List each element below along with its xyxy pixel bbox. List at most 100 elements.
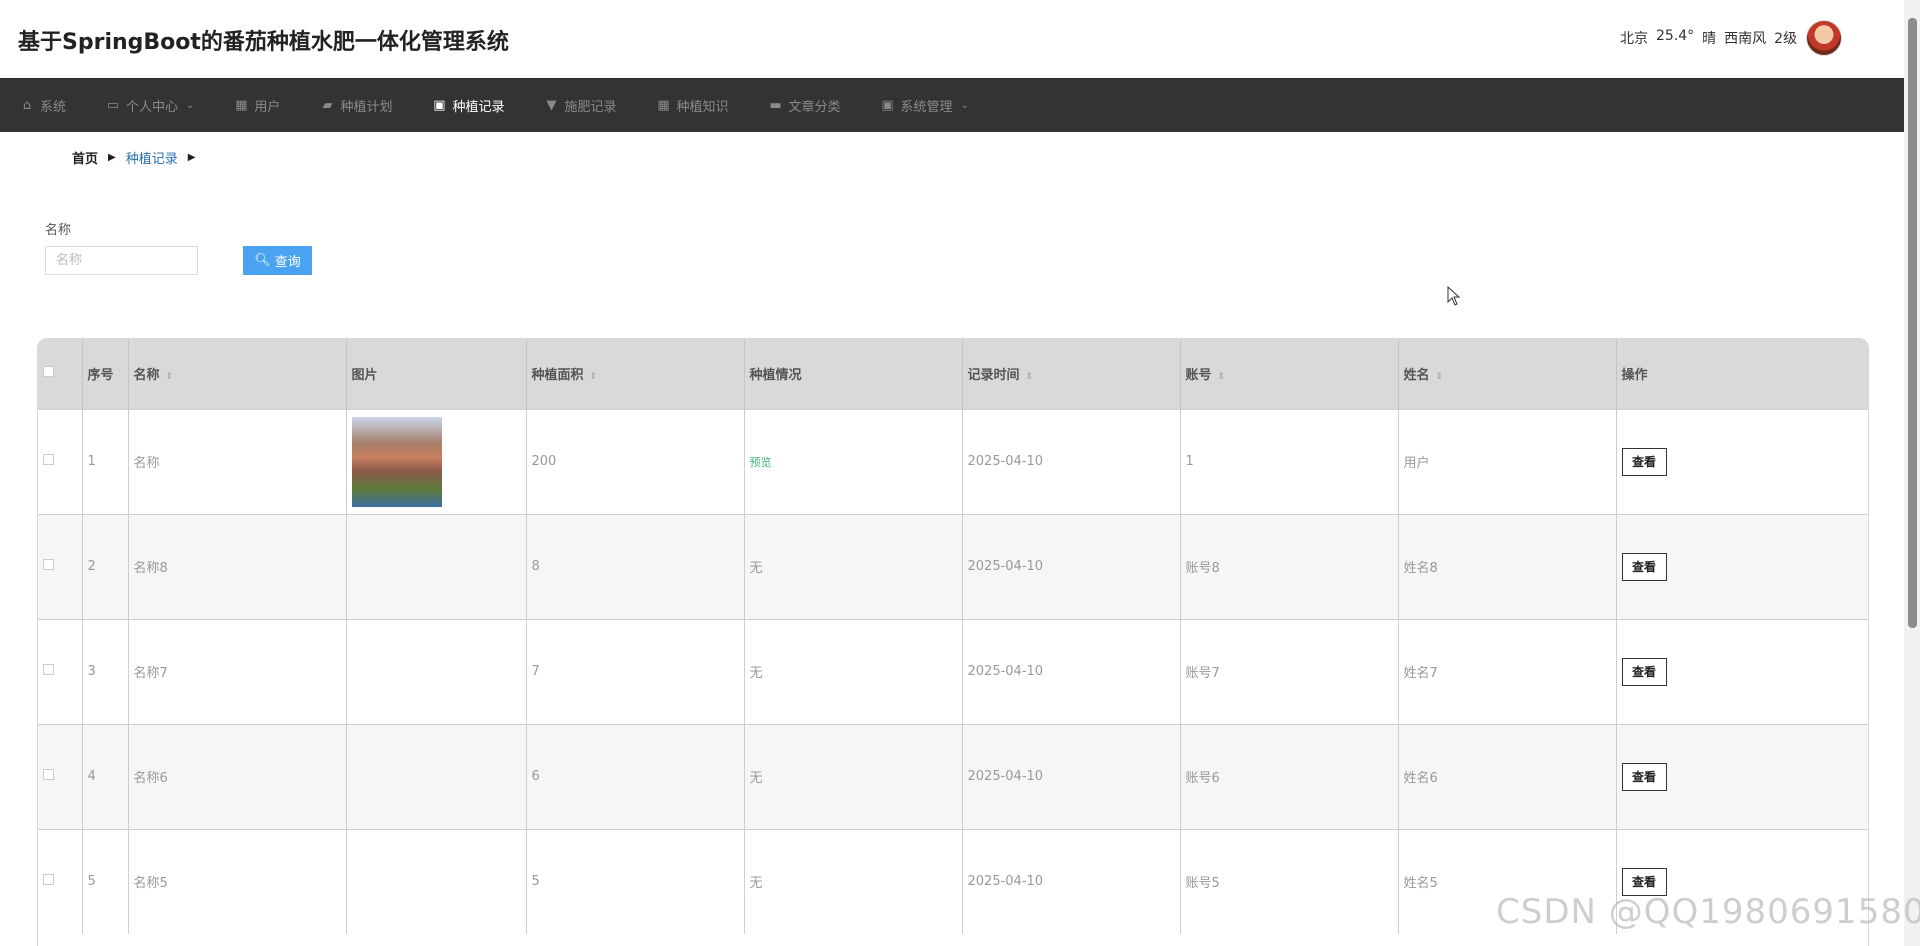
cell-account: 账号7 — [1180, 618, 1399, 724]
cell-index: 5 — [82, 828, 129, 934]
search-label: 名称 — [45, 223, 72, 238]
col-header-status: 种植情况 — [744, 339, 963, 409]
col-header-label: 姓名 — [1403, 368, 1430, 384]
cell-name: 名称6 — [128, 723, 347, 829]
col-header-account[interactable]: 账号 ⇕ — [1180, 339, 1399, 409]
table-row: 1 名称 200 预览 2025-04-10 1 用户 查看 — [38, 408, 1868, 514]
cell-name: 名称5 — [128, 828, 347, 934]
nav-item-profile[interactable]: ▭ 个人中心 ⌄ — [86, 78, 214, 132]
user-avatar[interactable] — [1806, 20, 1842, 56]
nav-item-plant-record[interactable]: ▣ 种植记录 — [412, 78, 524, 132]
nav-item-system[interactable]: ⌂ 系统 — [0, 78, 86, 132]
row-checkbox[interactable] — [43, 769, 54, 780]
row-checkbox[interactable] — [43, 664, 54, 675]
cell-image — [346, 513, 527, 619]
nav-item-label: 系统管理 — [900, 99, 953, 115]
nav-item-plant-knowledge[interactable]: ▦ 种植知识 — [636, 78, 748, 132]
row-checkbox[interactable] — [43, 559, 54, 570]
cell-record-time: 2025-04-10 — [962, 513, 1181, 619]
nav-item-system-manage[interactable]: ▣ 系统管理 ⌄ — [861, 78, 989, 132]
col-header-index: 序号 — [82, 339, 129, 409]
monitor-icon: ▬ — [769, 97, 782, 113]
cell-index: 2 — [82, 513, 129, 619]
cell-account: 账号8 — [1180, 513, 1399, 619]
cell-record-time: 2025-04-10 — [962, 723, 1181, 829]
row-checkbox-cell — [38, 408, 83, 514]
app-header: 基于SpringBoot的番茄种植水肥一体化管理系统 北京 25.4° 晴 西南… — [0, 0, 1904, 78]
grid-icon: ▦ — [235, 97, 248, 113]
search-icon: 🔍︎ — [254, 253, 271, 268]
chevron-down-icon: ⌄ — [960, 99, 969, 111]
cell-name: 名称8 — [128, 513, 347, 619]
nav-item-label: 文章分类 — [788, 99, 841, 115]
view-button[interactable]: 查看 — [1621, 657, 1667, 686]
sort-icon[interactable]: ⇕ — [1436, 372, 1444, 382]
select-all-checkbox[interactable] — [43, 366, 54, 378]
col-header-real-name[interactable]: 姓名 ⇕ — [1398, 339, 1617, 409]
sort-icon[interactable]: ⇕ — [590, 372, 598, 382]
cell-image — [346, 828, 527, 934]
cell-image — [346, 723, 527, 829]
col-header-name[interactable]: 名称 ⇕ — [128, 339, 347, 409]
nav-item-label: 种植计划 — [340, 99, 393, 115]
records-table: 序号 名称 ⇕ 图片 种植面积 ⇕ 种植情况 记录时间 ⇕ 账号 ⇕ 姓名 ⇕ 操作 1 … — [37, 338, 1869, 946]
cell-area: 6 — [526, 723, 745, 829]
cell-real-name: 姓名8 — [1398, 513, 1617, 619]
cell-area: 7 — [526, 618, 745, 724]
col-header-record-time[interactable]: 记录时间 ⇕ — [962, 339, 1181, 409]
cell-area: 8 — [526, 513, 745, 619]
search-button[interactable]: 🔍︎ 查询 — [243, 246, 312, 275]
nav-item-label: 个人中心 — [126, 99, 179, 115]
cell-actions: 查看 — [1616, 513, 1868, 619]
profile-icon: ▭ — [106, 97, 120, 113]
chevron-right-icon: ▶ — [187, 152, 196, 163]
view-button[interactable]: 查看 — [1621, 552, 1667, 581]
cell-area: 5 — [526, 828, 745, 934]
cell-status: 无 — [744, 513, 963, 619]
row-checkbox-cell — [38, 513, 83, 619]
sort-icon[interactable]: ⇕ — [1218, 372, 1226, 382]
nav-item-plant-plan[interactable]: ▰ 种植计划 — [300, 78, 412, 132]
row-checkbox[interactable] — [43, 874, 54, 886]
nav-item-label: 种植知识 — [676, 99, 729, 115]
col-header-actions: 操作 — [1616, 339, 1868, 409]
cell-index: 4 — [82, 723, 129, 829]
watermark: CSDN @QQ1980691580 — [1496, 892, 1920, 932]
clipboard-icon: ▣ — [881, 97, 894, 113]
chevron-right-icon: ▶ — [108, 152, 116, 163]
table-header-row: 序号 名称 ⇕ 图片 种植面积 ⇕ 种植情况 记录时间 ⇕ 账号 ⇕ 姓名 ⇕ 操作 — [38, 339, 1868, 409]
view-button[interactable]: 查看 — [1621, 762, 1667, 791]
cell-real-name: 姓名7 — [1398, 618, 1617, 724]
nav-item-users[interactable]: ▦ 用户 — [214, 78, 300, 132]
table-row: 2 名称8 8 无 2025-04-10 账号8 姓名8 查看 — [38, 513, 1868, 619]
col-header-area[interactable]: 种植面积 ⇕ — [526, 339, 745, 409]
clipboard-icon: ▣ — [433, 97, 446, 113]
nav-item-article-category[interactable]: ▬ 文章分类 — [749, 78, 861, 132]
search-button-label: 查询 — [274, 255, 301, 270]
col-header-label: 种植面积 — [531, 368, 584, 384]
table-row: 3 名称7 7 无 2025-04-10 账号7 姓名7 查看 — [38, 618, 1868, 724]
plan-icon: ▰ — [322, 97, 333, 113]
view-button[interactable]: 查看 — [1621, 447, 1667, 476]
cell-status: 无 — [744, 723, 963, 829]
breadcrumb-home[interactable]: 首页 — [72, 148, 98, 167]
row-checkbox-cell — [38, 828, 83, 934]
page-scrollbar-thumb[interactable] — [1908, 18, 1917, 628]
record-thumbnail[interactable] — [351, 416, 442, 507]
sort-icon[interactable]: ⇕ — [166, 372, 174, 382]
weather-temp: 25.4° — [1656, 28, 1695, 44]
cell-record-time: 2025-04-10 — [962, 618, 1181, 724]
search-input[interactable] — [45, 246, 198, 275]
chevron-down-icon: ⌄ — [186, 99, 195, 111]
sort-icon[interactable]: ⇕ — [1026, 372, 1034, 382]
breadcrumb-current[interactable]: 种植记录 — [126, 148, 178, 167]
cell-status: 无 — [744, 618, 963, 724]
weather-widget: 北京 25.4° 晴 西南风 2级 — [1620, 28, 1797, 48]
cell-real-name: 姓名6 — [1398, 723, 1617, 829]
nav-item-fertilize-record[interactable]: ▼ 施肥记录 — [524, 78, 636, 132]
col-header-image: 图片 — [346, 339, 527, 409]
status-link[interactable]: 预览 — [750, 456, 772, 469]
select-all-header — [38, 339, 83, 409]
row-checkbox[interactable] — [43, 454, 54, 465]
weather-city: 北京 — [1620, 31, 1648, 47]
